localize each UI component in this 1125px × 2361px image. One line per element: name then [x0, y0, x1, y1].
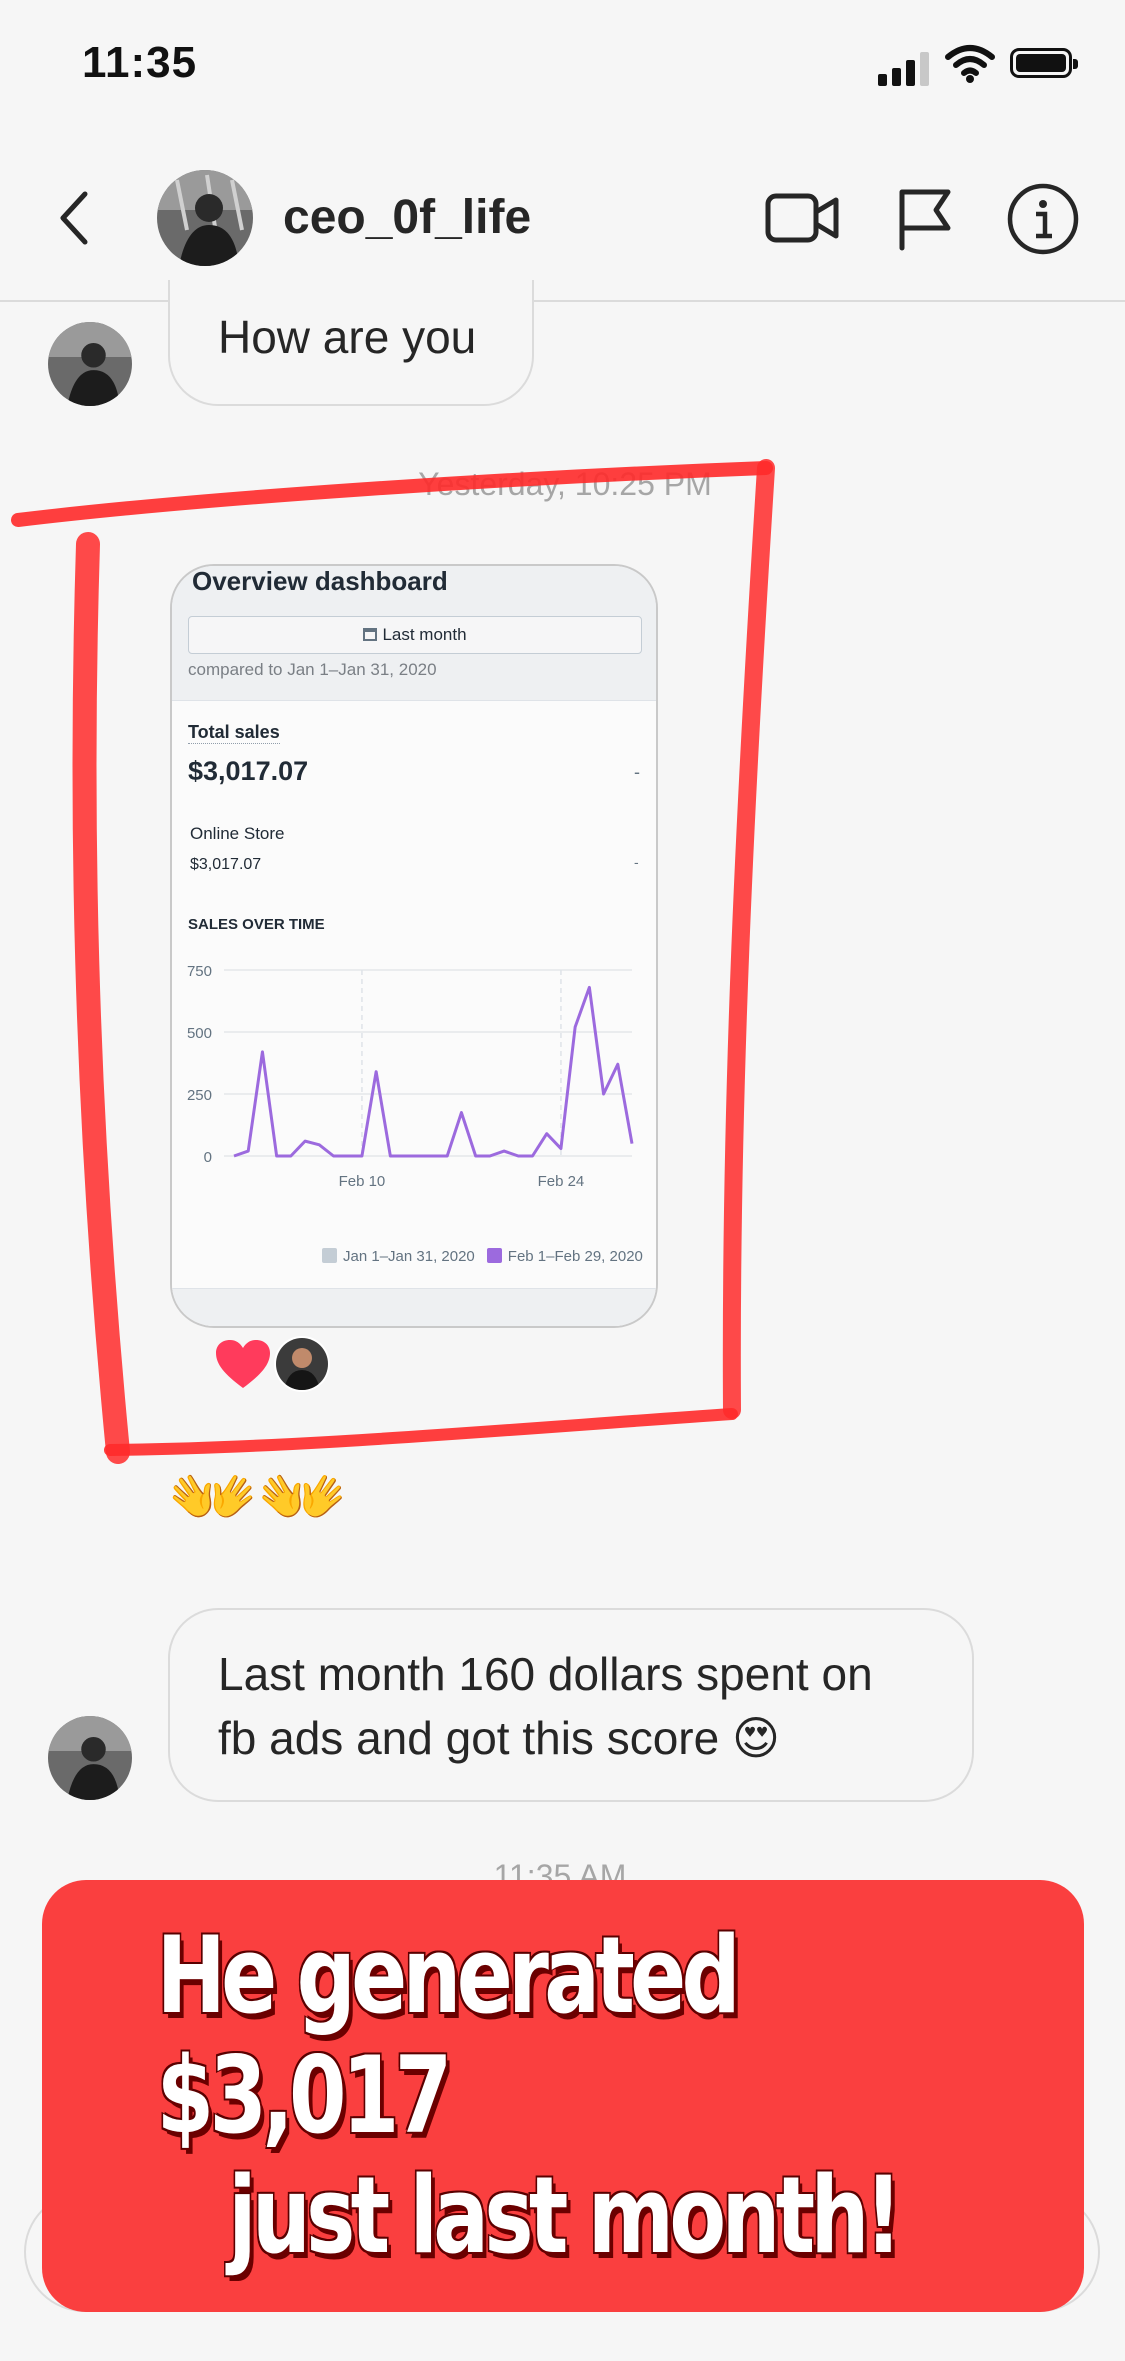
dashboard-title: Overview dashboard: [192, 566, 448, 596]
flag-report-icon[interactable]: [896, 186, 954, 252]
cellular-signal-icon: [878, 50, 933, 86]
total-sales-value: $3,017.07: [188, 756, 309, 786]
series-line-1: [233, 985, 634, 1158]
message-bubble[interactable]: Last month 160 dollars spent on fb ads a…: [168, 1608, 974, 1802]
online-store-value: $3,017.07: [190, 856, 262, 873]
emoji: 👐: [168, 1458, 258, 1538]
y-tick-label: 750: [187, 963, 212, 980]
legend-item-jan: Jan 1–Jan 31, 2020: [322, 1248, 475, 1265]
heart-reaction-icon[interactable]: [214, 1338, 272, 1390]
total-sales-label: Total sales: [188, 722, 280, 744]
online-store-change: -: [634, 854, 639, 870]
message-text: How are you: [218, 311, 477, 363]
legend-label-feb: Feb 1–Feb 29, 2020: [507, 1248, 643, 1265]
chart-title: SALES OVER TIME: [188, 916, 325, 933]
date-range-button: Last month: [188, 616, 642, 654]
promo-banner: He generated $3,017 just last month!: [42, 1880, 1084, 2312]
chart-legend: Jan 1–Jan 31, 2020 Feb 1–Feb 29, 2020: [322, 1248, 643, 1265]
sales-line-chart: 750 500 250 0 Feb 10 Feb 24: [187, 963, 634, 1190]
message-text-line: Last month 160 dollars spent on: [218, 1648, 873, 1700]
chat-username[interactable]: ceo_0f_life: [283, 190, 531, 245]
message-bubble[interactable]: How are you: [168, 280, 534, 406]
y-tick-label: 500: [187, 1025, 212, 1042]
y-tick-label: 250: [187, 1087, 212, 1104]
legend-item-feb: Feb 1–Feb 29, 2020: [486, 1248, 643, 1265]
total-sales-change: -: [634, 762, 640, 782]
legend-label-jan: Jan 1–Jan 31, 2020: [343, 1248, 475, 1265]
profile-avatar[interactable]: [157, 170, 253, 266]
y-tick-label: 0: [204, 1149, 212, 1166]
online-store-label: Online Store: [190, 824, 285, 843]
video-call-icon[interactable]: [764, 188, 840, 248]
message-text-line: fb ads and got this score 😍: [218, 1712, 780, 1764]
banner-line-1: He generated $3,017: [156, 1914, 741, 2157]
status-time: 11:35: [82, 38, 198, 87]
banner-line-2: just last month!: [228, 2154, 902, 2277]
emoji: 👐: [257, 1458, 348, 1538]
calendar-icon: [363, 628, 378, 641]
open-hands-emoji-message[interactable]: 👐👐: [168, 1462, 347, 1534]
battery-icon: [1010, 48, 1078, 78]
shared-image-card[interactable]: Overview dashboard Last month compared t…: [170, 564, 658, 1328]
card-footer: [172, 1288, 656, 1326]
x-tick-label: Feb 10: [339, 1173, 386, 1190]
banner-text: He generated $3,017 just last month!: [157, 1880, 970, 2312]
wifi-icon: [945, 45, 995, 83]
compare-text: compared to Jan 1–Jan 31, 2020: [188, 660, 437, 679]
x-tick-label: Feb 24: [538, 1173, 585, 1190]
message-timestamp: Yesterday, 10:25 PM: [418, 466, 712, 502]
sender-avatar[interactable]: [48, 322, 132, 406]
info-icon[interactable]: [1006, 182, 1080, 256]
sender-avatar[interactable]: [48, 1716, 132, 1800]
date-range-label: Last month: [382, 625, 467, 644]
back-arrow-icon[interactable]: [55, 188, 95, 248]
legend-swatch-feb: [486, 1248, 502, 1263]
legend-swatch-jan: [322, 1248, 337, 1263]
reactor-avatar[interactable]: [274, 1336, 330, 1392]
